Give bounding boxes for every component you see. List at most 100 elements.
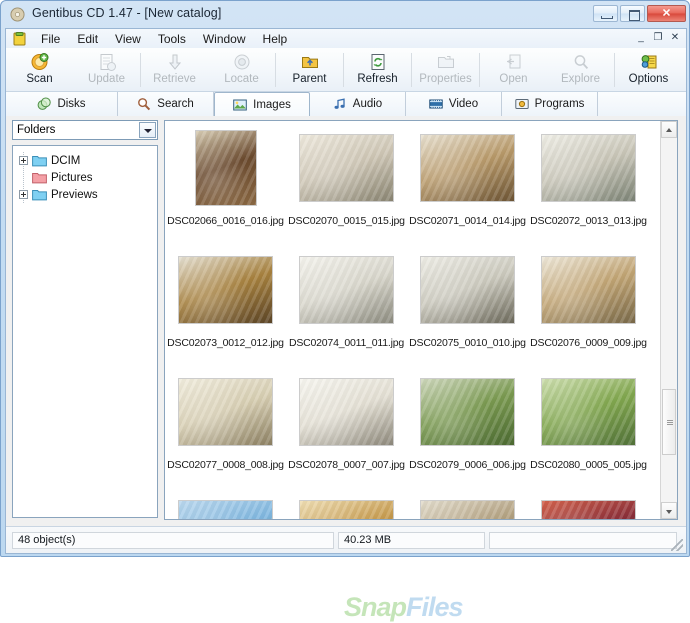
toolbar-button-refresh[interactable]: Refresh (344, 50, 411, 90)
thumbnail-image[interactable] (541, 134, 636, 202)
thumbnail-item[interactable]: DSC02073_0012_012.jpg (165, 243, 286, 365)
thumbnail-item[interactable] (165, 487, 286, 519)
thumbnail-image-box[interactable] (165, 365, 286, 459)
tab-images[interactable]: Images (214, 92, 310, 117)
client-area: Folders DCIM Pictures Previews DSC02066_… (6, 116, 686, 622)
scrollbar-thumb[interactable] (662, 389, 676, 455)
menu-item-view[interactable]: View (107, 31, 150, 47)
thumbnail-item[interactable]: DSC02080_0005_005.jpg (528, 365, 649, 487)
tab-search[interactable]: Search (118, 92, 214, 116)
thumbnail-image-box[interactable] (528, 487, 649, 519)
audio-note-icon (334, 98, 345, 109)
scroll-down-arrow-icon[interactable] (661, 502, 677, 519)
thumbnail-texture (179, 257, 272, 323)
thumbnail-image-box[interactable] (528, 243, 649, 337)
thumbnail-image-box[interactable] (286, 121, 407, 215)
thumbnail-image-box[interactable] (286, 365, 407, 459)
toolbar-button-scan[interactable]: Scan (6, 50, 73, 90)
thumbnail-item[interactable]: DSC02070_0015_015.jpg (286, 121, 407, 243)
chevron-down-icon[interactable] (139, 122, 156, 138)
tree-node-pictures[interactable]: Pictures (13, 169, 157, 186)
window-title: Gentibus CD 1.47 - [New catalog] (32, 6, 222, 20)
thumbnail-image[interactable] (299, 134, 394, 202)
tab-audio[interactable]: Audio (310, 92, 406, 116)
scroll-up-arrow-icon[interactable] (661, 121, 677, 138)
open-icon (480, 52, 547, 72)
thumbnail-vertical-scrollbar[interactable] (660, 121, 677, 519)
thumbnail-image[interactable] (178, 256, 273, 324)
tree-node-dcim[interactable]: DCIM (13, 152, 157, 169)
thumbnail-item[interactable]: DSC02072_0013_013.jpg (528, 121, 649, 243)
menu-item-edit[interactable]: Edit (69, 31, 107, 47)
thumbnail-image-box[interactable] (528, 365, 649, 459)
thumbnail-item[interactable]: DSC02066_0016_016.jpg (165, 121, 286, 243)
thumbnail-image[interactable] (178, 500, 273, 519)
menu-item-file[interactable]: File (33, 31, 69, 47)
thumbnail-image[interactable] (541, 378, 636, 446)
tree-node-previews[interactable]: Previews (13, 186, 157, 203)
tab-video[interactable]: Video (406, 92, 502, 116)
resize-grip[interactable] (671, 539, 683, 551)
menu-item-tools[interactable]: Tools (150, 31, 195, 47)
menu-item-help[interactable]: Help (255, 31, 297, 47)
thumbnail-item[interactable]: DSC02075_0010_010.jpg (407, 243, 528, 365)
mdi-minimize-button[interactable]: _ (633, 30, 649, 45)
thumbnail-item[interactable]: DSC02078_0007_007.jpg (286, 365, 407, 487)
mdi-close-button[interactable]: ✕ (667, 30, 683, 45)
thumbnail-image-box[interactable] (286, 487, 407, 519)
thumbnail-image[interactable] (420, 378, 515, 446)
toolbar-button-open[interactable]: Open (480, 50, 547, 90)
expander-plus-icon[interactable] (19, 190, 28, 199)
folder-icon (32, 155, 47, 166)
thumbnail-pane[interactable]: DSC02066_0016_016.jpg DSC02070_0015_015.j… (164, 120, 678, 520)
mdi-restore-button[interactable]: ❐ (650, 30, 666, 45)
thumbnail-image-box[interactable] (407, 121, 528, 215)
tab-programs[interactable]: Programs (502, 92, 598, 116)
thumbnail-image-box[interactable] (165, 121, 286, 215)
toolbar-label-parent: Parent (292, 73, 327, 85)
thumbnail-image-box[interactable] (286, 243, 407, 337)
thumbnail-image[interactable] (178, 378, 273, 446)
thumbnail-image[interactable] (541, 500, 636, 519)
toolbar-button-explore[interactable]: Explore (547, 50, 614, 90)
thumbnail-image[interactable] (420, 134, 515, 202)
thumbnail-image[interactable] (299, 256, 394, 324)
toolbar-button-options[interactable]: Options (615, 50, 682, 90)
thumbnail-image[interactable] (194, 130, 257, 206)
view-mode-combo[interactable]: Folders (12, 120, 158, 140)
toolbar-button-properties[interactable]: Properties (412, 50, 479, 90)
tab-label-video: Video (448, 98, 479, 110)
thumbnail-caption: DSC02074_0011_011.jpg (288, 337, 405, 349)
toolbar-button-locate[interactable]: Locate (208, 50, 275, 90)
status-total-size: 40.23 MB (338, 532, 485, 549)
window-minimize-button[interactable] (593, 5, 618, 22)
thumbnail-image-box[interactable] (407, 487, 528, 519)
thumbnail-image-box[interactable] (407, 243, 528, 337)
thumbnail-item[interactable] (528, 487, 649, 519)
thumbnail-image[interactable] (420, 500, 515, 519)
thumbnail-item[interactable] (286, 487, 407, 519)
toolbar-button-parent[interactable]: Parent (276, 50, 343, 90)
tab-disks[interactable]: Disks (6, 92, 118, 116)
thumbnail-item[interactable]: DSC02076_0009_009.jpg (528, 243, 649, 365)
thumbnail-image-box[interactable] (165, 487, 286, 519)
thumbnail-item[interactable]: DSC02077_0008_008.jpg (165, 365, 286, 487)
thumbnail-image-box[interactable] (407, 365, 528, 459)
thumbnail-image-box[interactable] (528, 121, 649, 215)
thumbnail-item[interactable]: DSC02074_0011_011.jpg (286, 243, 407, 365)
folder-tree[interactable]: DCIM Pictures Previews (12, 145, 158, 518)
thumbnail-item[interactable] (407, 487, 528, 519)
menu-item-window[interactable]: Window (195, 31, 255, 47)
thumbnail-image[interactable] (299, 500, 394, 519)
window-close-button[interactable]: ✕ (647, 5, 686, 22)
toolbar-button-update[interactable]: Update (73, 50, 140, 90)
thumbnail-item[interactable]: DSC02071_0014_014.jpg (407, 121, 528, 243)
thumbnail-item[interactable]: DSC02079_0006_006.jpg (407, 365, 528, 487)
window-maximize-button[interactable] (620, 5, 645, 22)
thumbnail-image-box[interactable] (165, 243, 286, 337)
toolbar-button-retrieve[interactable]: Retrieve (141, 50, 208, 90)
thumbnail-image[interactable] (299, 378, 394, 446)
expander-plus-icon[interactable] (19, 156, 28, 165)
thumbnail-image[interactable] (541, 256, 636, 324)
thumbnail-image[interactable] (420, 256, 515, 324)
